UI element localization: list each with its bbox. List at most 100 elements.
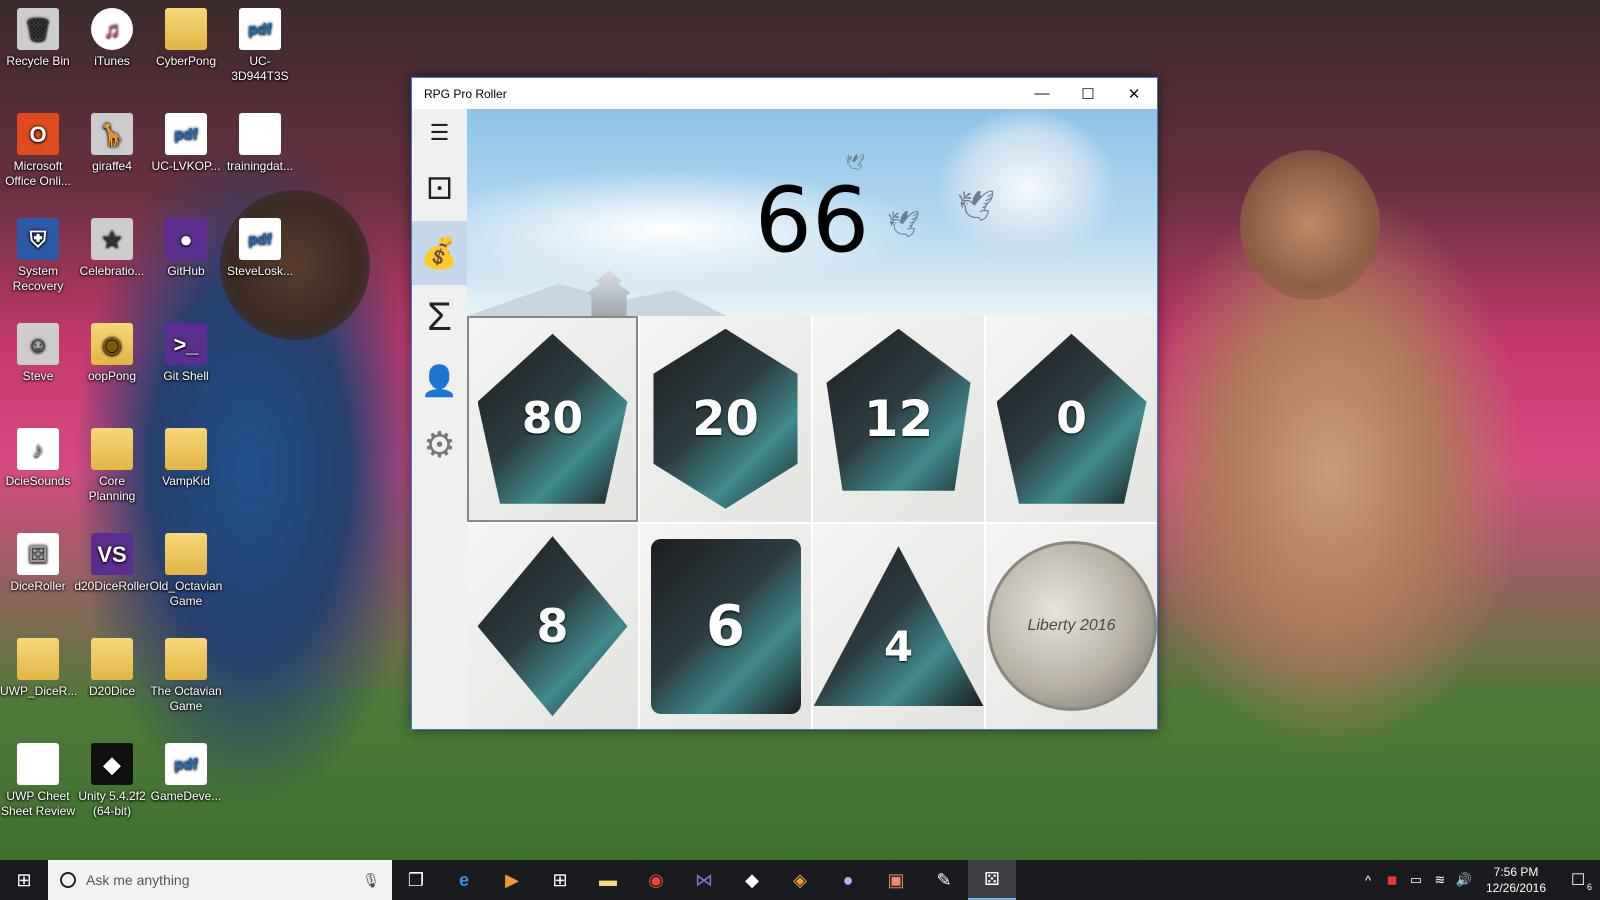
desktop-shortcut-label: trainingdat...	[226, 159, 294, 173]
folder-icon	[17, 638, 59, 680]
desktop-shortcut[interactable]: ◆ Unity 5.4.2f2 (64-bit)	[74, 735, 150, 819]
folder-icon	[91, 428, 133, 470]
desktop-shortcut-label: CyberPong	[155, 54, 217, 68]
taskbar-store[interactable]: ⊞	[536, 860, 584, 900]
volume-icon[interactable]: 🔊	[1452, 872, 1476, 888]
desktop-shortcut[interactable]: CyberPong	[148, 0, 224, 69]
desktop-shortcut[interactable]: 🦒 giraffe4	[74, 105, 150, 174]
desktop-shortcut[interactable]: ⛨ System Recovery	[0, 210, 76, 294]
clock[interactable]: 7:56 PM 12/26/2016	[1476, 864, 1556, 896]
desktop-shortcut-label: System Recovery	[12, 264, 64, 293]
taskbar-photos[interactable]: ▣	[872, 860, 920, 900]
user-photo-icon: ☺	[17, 323, 59, 365]
clock-date: 12/26/2016	[1485, 881, 1547, 895]
d8-die-button[interactable]: 8	[467, 523, 638, 729]
show-hidden-icons-icon[interactable]: ^	[1356, 873, 1380, 888]
desktop-shortcut[interactable]: ◉ oopPong	[74, 315, 150, 384]
taskbar-paint[interactable]: ✎	[920, 860, 968, 900]
store-icon: ⊞	[552, 869, 568, 890]
d8-die-icon: 8	[477, 536, 628, 717]
taskbar-visual-studio[interactable]: ⋈	[680, 860, 728, 900]
castle-illustration	[587, 270, 631, 316]
cortana-search-box[interactable]: Ask me anything 🎙	[48, 860, 392, 900]
itunes-icon: ♫	[91, 8, 133, 50]
nav-settings-button[interactable]: ⚙	[412, 413, 467, 477]
microphone-icon[interactable]: 🎙	[362, 872, 380, 889]
taskbar-unity[interactable]: ◆	[728, 860, 776, 900]
nav-sum-button[interactable]: Σ	[412, 285, 467, 349]
desktop-shortcut[interactable]: pdf SteveLosk...	[222, 210, 298, 279]
desktop-shortcut-label: UC-LVKOP...	[151, 159, 221, 173]
d6-die-button[interactable]: 6	[640, 523, 811, 729]
desktop-shortcut[interactable]: The Octavian Game	[148, 630, 224, 714]
person-icon: 👤	[420, 364, 459, 398]
maximize-button[interactable]: ☐	[1065, 78, 1111, 109]
coin-flip-button[interactable]: Liberty 2016	[986, 523, 1157, 729]
desktop-shortcut[interactable]: VampKid	[148, 420, 224, 489]
coin-icon: Liberty 2016	[986, 541, 1157, 712]
desktop-shortcut-label: Microsoft Office Onli...	[5, 159, 71, 188]
task-view-button[interactable]: ❐	[392, 860, 440, 900]
desktop-shortcut-label: GameDeve...	[150, 789, 222, 803]
desktop-shortcut[interactable]: pdf GameDeve...	[148, 735, 224, 804]
image-icon: ★	[91, 218, 133, 260]
d20-die-button[interactable]: 20	[640, 316, 811, 522]
nav-bag-button[interactable]: 💰	[412, 221, 467, 285]
desktop-shortcut[interactable]: trainingdat...	[222, 105, 298, 174]
d20-die-icon: ⚀	[426, 172, 453, 206]
action-center-button[interactable]: ☐ 6	[1556, 860, 1600, 900]
wifi-icon[interactable]: ≋	[1428, 872, 1452, 888]
desktop-shortcut[interactable]: Core Planning	[74, 420, 150, 504]
antivirus-icon[interactable]: ◼	[1380, 872, 1404, 888]
nav-dice-button[interactable]: ⚀	[412, 157, 467, 221]
windows-logo-icon: ⊞	[16, 869, 32, 890]
d4-die-button[interactable]: 4	[813, 523, 984, 729]
taskbar-edge[interactable]: e	[440, 860, 488, 900]
nav-character-button[interactable]: 👤	[412, 349, 467, 413]
media-player-icon: ▶	[505, 869, 519, 890]
d100-die-button[interactable]: 80	[467, 316, 638, 522]
taskbar-chrome[interactable]: ◉	[632, 860, 680, 900]
title-bar[interactable]: RPG Pro Roller — ☐ ✕	[412, 78, 1157, 109]
chrome-icon: ◉	[648, 869, 664, 890]
minimize-button[interactable]: —	[1019, 78, 1065, 109]
desktop-shortcut[interactable]: UWP_DiceR...	[0, 630, 77, 699]
sigma-icon: Σ	[427, 294, 452, 339]
desktop-shortcut-label: DcieSounds	[5, 474, 71, 488]
desktop-shortcut[interactable]: ⚄ DiceRoller	[0, 525, 76, 594]
unity-icon: ◆	[745, 869, 759, 890]
hamburger-menu-button[interactable]: ☰	[412, 109, 467, 157]
desktop-shortcut-label: DiceRoller	[10, 579, 66, 593]
desktop-shortcut[interactable]: O Microsoft Office Onli...	[0, 105, 76, 189]
start-button[interactable]: ⊞	[0, 860, 48, 900]
desktop-shortcut[interactable]: ☺ Steve	[0, 315, 76, 384]
d12-die-button[interactable]: 12	[813, 316, 984, 522]
taskbar-media[interactable]: ▶	[488, 860, 536, 900]
taskbar-git[interactable]: ◈	[776, 860, 824, 900]
desktop-shortcut[interactable]: 🗑 Recycle Bin	[0, 0, 76, 69]
taskbar: ⊞ Ask me anything 🎙 ❐ e ▶ ⊞ ▬ ◉ ⋈ ◆ ◈ ● …	[0, 860, 1600, 900]
desktop-shortcut-label: The Octavian Game	[150, 684, 222, 713]
desktop-shortcut[interactable]: pdf UC-3D944T3S	[222, 0, 298, 84]
desktop-shortcut[interactable]: Old_Octavian Game	[148, 525, 224, 609]
taskbar-dice-roller[interactable]: ⚄	[968, 860, 1016, 900]
desktop-shortcut[interactable]: pdf UC-LVKOP...	[148, 105, 224, 174]
desktop-shortcut[interactable]: ♫ iTunes	[74, 0, 150, 69]
battery-icon[interactable]: ▭	[1404, 872, 1428, 888]
desktop-shortcut[interactable]: D20Dice	[74, 630, 150, 699]
shield-icon: ⛨	[17, 218, 59, 260]
notification-icon: ☐	[1570, 872, 1586, 889]
close-button[interactable]: ✕	[1111, 78, 1157, 109]
desktop-shortcut[interactable]: ★ Celebratio...	[74, 210, 150, 279]
desktop-shortcut[interactable]: >_ Git Shell	[148, 315, 224, 384]
desktop-shortcut-label: Recycle Bin	[6, 54, 70, 68]
taskbar-github[interactable]: ●	[824, 860, 872, 900]
desktop-shortcut[interactable]: UWP Cheet Sheet Review	[0, 735, 76, 819]
desktop-shortcut[interactable]: VS d20DiceRoller	[74, 525, 150, 594]
photos-icon: ▣	[887, 869, 905, 890]
desktop-shortcut[interactable]: ● GitHub	[148, 210, 224, 279]
d20-die-icon: 20	[653, 328, 798, 509]
taskbar-file-explorer[interactable]: ▬	[584, 860, 632, 900]
d10-die-button[interactable]: 0	[986, 316, 1157, 522]
desktop-shortcut[interactable]: ♪ DcieSounds	[0, 420, 76, 489]
